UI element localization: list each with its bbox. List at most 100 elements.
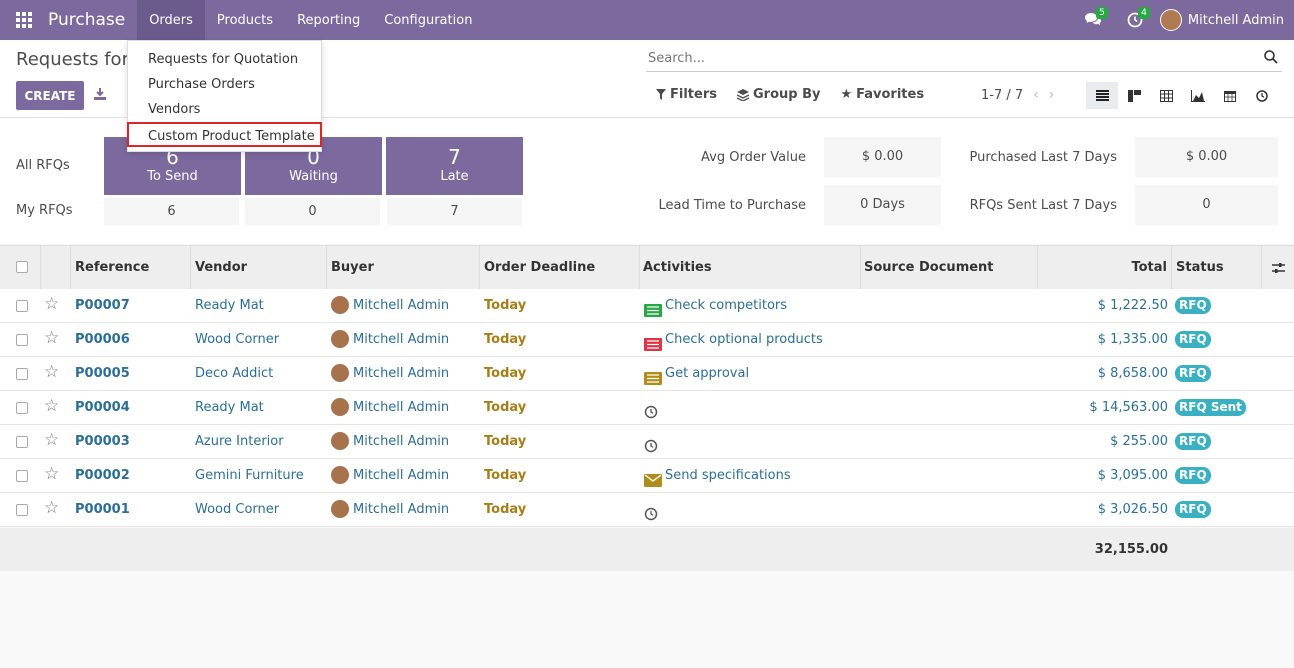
reference-cell[interactable]: P00002 xyxy=(75,459,130,493)
star-icon[interactable]: ☆ xyxy=(44,396,59,416)
favorites-button[interactable]: ★ Favorites xyxy=(840,87,924,102)
my-waiting-cell[interactable]: 0 xyxy=(245,198,380,225)
table-row[interactable]: ☆ P00004 Ready Mat Mitchell Admin Today $ 14,… xyxy=(0,391,1294,425)
header-activities[interactable]: Activities xyxy=(640,246,861,290)
dropdown-item-vendors[interactable]: Vendors xyxy=(128,97,321,122)
vendor-cell[interactable]: Azure Interior xyxy=(195,425,284,459)
buyer-cell[interactable]: Mitchell Admin xyxy=(331,357,449,391)
vendor-cell[interactable]: Ready Mat xyxy=(195,391,264,425)
activity-view-button[interactable] xyxy=(1246,82,1278,109)
optional-columns-toggle[interactable] xyxy=(1262,246,1294,290)
table-row[interactable]: ☆ P00001 Wood Corner Mitchell Admin Today $ 3… xyxy=(0,493,1294,527)
reference-cell[interactable]: P00004 xyxy=(75,391,130,425)
row-checkbox[interactable] xyxy=(16,334,28,346)
activity-cell[interactable] xyxy=(644,425,665,459)
menu-reporting[interactable]: Reporting xyxy=(285,0,372,40)
buyer-cell[interactable]: Mitchell Admin xyxy=(331,289,449,323)
pivot-view-button[interactable] xyxy=(1150,82,1182,109)
download-icon[interactable] xyxy=(92,85,108,103)
list-view-button[interactable] xyxy=(1086,82,1118,109)
kanban-view-button[interactable] xyxy=(1118,82,1150,109)
search-icon[interactable] xyxy=(1264,50,1278,68)
vendor-cell[interactable]: Ready Mat xyxy=(195,289,264,323)
row-checkbox[interactable] xyxy=(16,402,28,414)
activities-button[interactable]: 4 xyxy=(1114,0,1156,40)
row-checkbox[interactable] xyxy=(16,368,28,380)
row-checkbox[interactable] xyxy=(16,470,28,482)
buyer-cell[interactable]: Mitchell Admin xyxy=(331,493,449,527)
table-row[interactable]: ☆ P00002 Gemini Furniture Mitchell Admin Tod… xyxy=(0,459,1294,493)
star-icon[interactable]: ☆ xyxy=(44,328,59,348)
buyer-cell[interactable]: Mitchell Admin xyxy=(331,459,449,493)
reference-cell[interactable]: P00006 xyxy=(75,323,130,357)
header-buyer[interactable]: Buyer xyxy=(327,246,480,290)
dropdown-item-purchase-orders[interactable]: Purchase Orders xyxy=(128,72,321,97)
clock-icon[interactable] xyxy=(644,433,662,453)
clock-icon[interactable] xyxy=(644,399,662,419)
apps-menu-icon[interactable] xyxy=(0,0,48,40)
chevron-right-icon[interactable]: › xyxy=(1049,87,1055,103)
activity-cell[interactable]: Check optional products xyxy=(644,323,823,357)
dropdown-item-rfqs[interactable]: Requests for Quotation xyxy=(128,47,321,72)
menu-orders[interactable]: Orders xyxy=(137,0,205,40)
menu-products[interactable]: Products xyxy=(205,0,285,40)
star-icon[interactable]: ☆ xyxy=(44,464,59,484)
activity-cell[interactable]: Send specifications xyxy=(644,459,791,493)
pager-value[interactable]: 1-7 / 7 xyxy=(981,88,1023,103)
create-button[interactable]: CREATE xyxy=(16,81,84,110)
header-source-document[interactable]: Source Document xyxy=(861,246,1038,290)
dropdown-item-custom-product-template[interactable]: Custom Product Template xyxy=(127,122,322,147)
table-row[interactable]: ☆ P00003 Azure Interior Mitchell Admin Today… xyxy=(0,425,1294,459)
star-icon[interactable]: ☆ xyxy=(44,498,59,518)
my-to-send-cell[interactable]: 6 xyxy=(104,198,239,225)
filters-button[interactable]: Filters xyxy=(656,87,717,102)
vendor-cell[interactable]: Wood Corner xyxy=(195,323,279,357)
header-reference[interactable]: Reference xyxy=(71,246,191,290)
activity-list-icon[interactable] xyxy=(644,331,662,351)
header-status[interactable]: Status xyxy=(1172,246,1262,290)
star-icon[interactable]: ☆ xyxy=(44,362,59,382)
select-all-checkbox[interactable] xyxy=(16,261,28,273)
activity-cell[interactable] xyxy=(644,493,665,527)
vendor-cell[interactable]: Deco Addict xyxy=(195,357,273,391)
calendar-view-button[interactable] xyxy=(1214,82,1246,109)
reference-cell[interactable]: P00001 xyxy=(75,493,130,527)
table-row[interactable]: ☆ P00005 Deco Addict Mitchell Admin Today Get… xyxy=(0,357,1294,391)
header-order-deadline[interactable]: Order Deadline xyxy=(480,246,640,290)
activity-list-icon[interactable] xyxy=(644,365,662,385)
reference-cell[interactable]: P00003 xyxy=(75,425,130,459)
buyer-cell[interactable]: Mitchell Admin xyxy=(331,391,449,425)
activity-cell[interactable] xyxy=(644,391,665,425)
search-input[interactable] xyxy=(646,46,1246,70)
row-checkbox[interactable] xyxy=(16,300,28,312)
messages-button[interactable]: 5 xyxy=(1072,0,1114,40)
vendor-cell[interactable]: Gemini Furniture xyxy=(195,459,304,493)
table-row[interactable]: ☆ P00006 Wood Corner Mitchell Admin Today Che… xyxy=(0,323,1294,357)
activity-cell[interactable]: Get approval xyxy=(644,357,749,391)
reference-cell[interactable]: P00005 xyxy=(75,357,130,391)
tile-late[interactable]: 7 Late xyxy=(386,137,523,195)
activity-list-icon[interactable] xyxy=(644,297,662,317)
star-icon[interactable]: ☆ xyxy=(44,294,59,314)
app-brand[interactable]: Purchase xyxy=(48,10,125,30)
my-late-cell[interactable]: 7 xyxy=(387,198,522,225)
graph-view-button[interactable] xyxy=(1182,82,1214,109)
buyer-cell[interactable]: Mitchell Admin xyxy=(331,323,449,357)
star-icon[interactable]: ☆ xyxy=(44,430,59,450)
status-badge: RFQ xyxy=(1175,501,1211,518)
chevron-left-icon[interactable]: ‹ xyxy=(1033,87,1039,103)
clock-icon[interactable] xyxy=(644,501,662,521)
header-total[interactable]: Total xyxy=(1038,246,1172,290)
buyer-cell[interactable]: Mitchell Admin xyxy=(331,425,449,459)
vendor-cell[interactable]: Wood Corner xyxy=(195,493,279,527)
menu-configuration[interactable]: Configuration xyxy=(372,0,484,40)
groupby-button[interactable]: Group By xyxy=(736,87,820,102)
envelope-icon[interactable] xyxy=(644,467,662,487)
header-vendor[interactable]: Vendor xyxy=(191,246,327,290)
user-menu[interactable]: Mitchell Admin xyxy=(1156,9,1294,31)
activity-cell[interactable]: Check competitors xyxy=(644,289,787,323)
row-checkbox[interactable] xyxy=(16,436,28,448)
row-checkbox[interactable] xyxy=(16,504,28,516)
reference-cell[interactable]: P00007 xyxy=(75,289,130,323)
table-row[interactable]: ☆ P00007 Ready Mat Mitchell Admin Today Check… xyxy=(0,289,1294,323)
